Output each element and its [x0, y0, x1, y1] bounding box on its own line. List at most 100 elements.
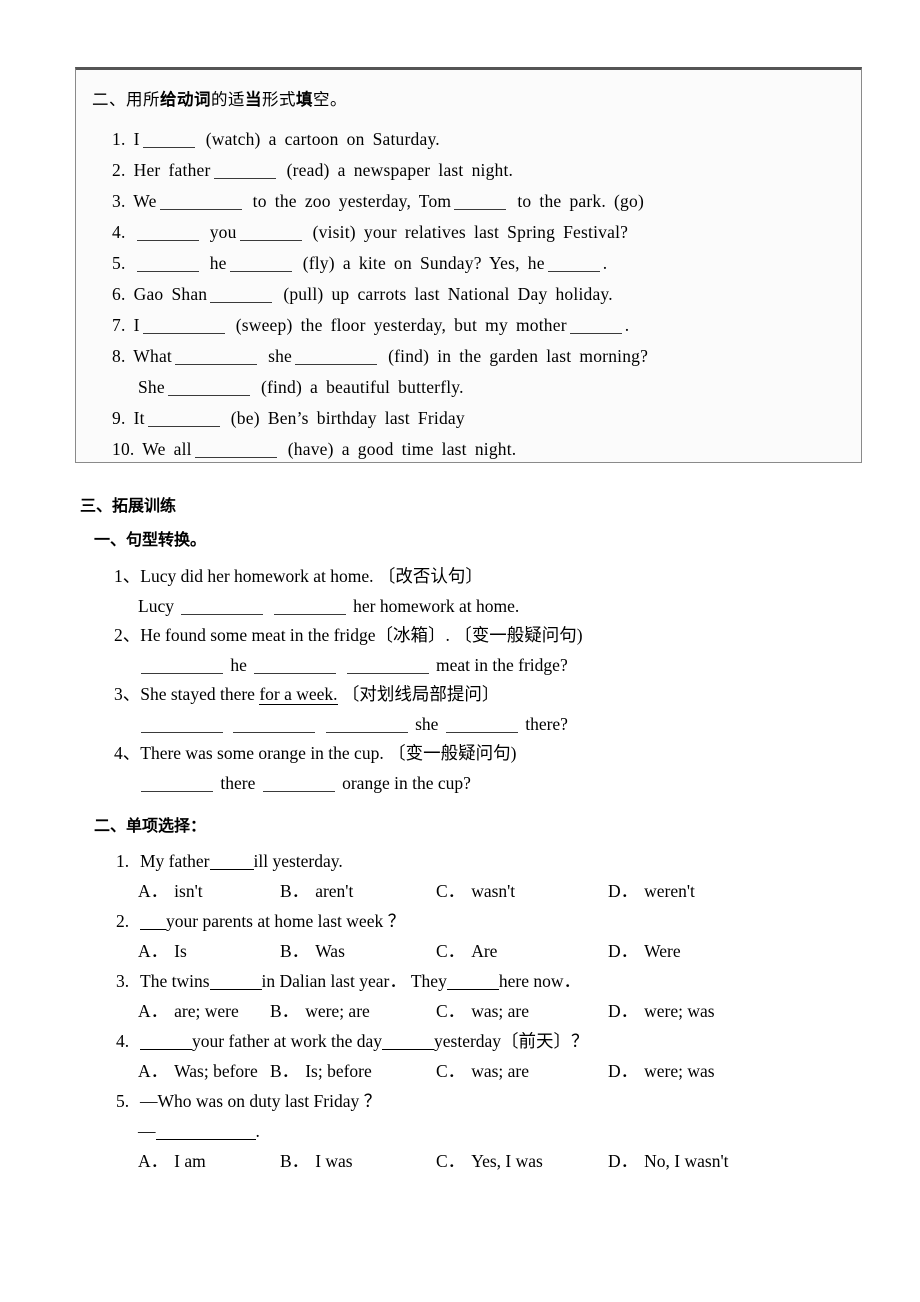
mc-options-row: A． isn't B． aren't C． wasn't D． weren't — [80, 876, 880, 906]
mc-option-b[interactable]: B． Was — [280, 936, 345, 966]
answer-blank[interactable] — [547, 255, 600, 273]
answer-blank[interactable] — [213, 162, 276, 180]
transform-answer-line: he meat in the fridge? — [80, 651, 880, 681]
mc-option-b[interactable]: B． aren't — [280, 876, 353, 906]
option-label: B． — [270, 1061, 300, 1081]
mc-option-c[interactable]: C． Are — [436, 936, 497, 966]
answer-blank[interactable] — [239, 224, 302, 242]
stem-pre: —Who was on duty last Friday ？ — [140, 1091, 382, 1111]
item-text-pre: I — [133, 315, 140, 335]
mc-option-b[interactable]: B． Is; before — [270, 1056, 372, 1086]
item-sentence: There was some orange in the cup. — [140, 743, 384, 763]
mc-option-a[interactable]: A． isn't — [138, 876, 203, 906]
answer-blank[interactable] — [175, 348, 257, 366]
stem-post: your parents at home last week ？ — [166, 911, 406, 931]
question-number: 5. — [116, 1091, 130, 1111]
mc-option-d[interactable]: D． weren't — [608, 876, 695, 906]
option-label: C． — [436, 1001, 466, 1021]
item-number: 1、 — [114, 566, 141, 586]
answer-blank[interactable] — [142, 317, 225, 335]
answer-blank[interactable] — [254, 656, 337, 674]
mc-option-d[interactable]: D． were; was — [608, 996, 715, 1026]
item-instruction: 〔变一般疑问句) — [388, 743, 517, 763]
stem-post: here now． — [498, 971, 581, 991]
mc-option-a[interactable]: A． are; were — [138, 996, 239, 1026]
item-text-post: (find) in the garden last morning? — [388, 346, 649, 366]
answer-blank[interactable] — [167, 379, 250, 397]
mc-option-a[interactable]: A． Was; before — [138, 1056, 258, 1086]
mc-option-c[interactable]: C． Yes, I was — [436, 1146, 543, 1176]
mc-option-c[interactable]: C． was; are — [436, 996, 529, 1026]
answer-blank[interactable] — [209, 853, 254, 871]
option-label: B． — [280, 881, 310, 901]
option-label: C． — [436, 881, 466, 901]
item-sentence: He found some meat in the fridge〔冰箱〕. — [140, 625, 450, 645]
answer-blank[interactable] — [136, 224, 199, 242]
option-label: B． — [270, 1001, 300, 1021]
item-text-post: (read) a newspaper last night. — [286, 160, 514, 180]
option-text: isn't — [174, 881, 203, 901]
option-text: was; are — [471, 1061, 530, 1081]
option-label: A． — [138, 1001, 169, 1021]
answer-text-post: there? — [525, 713, 568, 734]
answer-blank[interactable] — [136, 255, 199, 273]
mc-option-d[interactable]: D． were; was — [608, 1056, 715, 1086]
answer-blank[interactable] — [147, 410, 220, 428]
exercise-item-continuation: She (find) a beautiful butterfly. — [90, 372, 849, 403]
answer-blank[interactable] — [209, 973, 262, 991]
exercise-item: 1. I (watch) a cartoon on Saturday. — [90, 124, 849, 155]
answer-blank[interactable] — [382, 1033, 434, 1051]
answer-blank[interactable] — [155, 1123, 256, 1141]
mc-option-a[interactable]: A． Is — [138, 936, 187, 966]
answer-blank[interactable] — [229, 255, 292, 273]
answer-blank[interactable] — [141, 774, 213, 792]
mc-option-d[interactable]: D． No, I wasn't — [608, 1146, 728, 1176]
option-label: C． — [436, 1151, 466, 1171]
heading-part-2: 的适 — [211, 90, 245, 109]
answer-blank[interactable] — [445, 715, 518, 733]
transform-item: 1、Lucy did her homework at home. 〔改否认句〕 — [80, 562, 880, 592]
item-number: 3、 — [114, 684, 141, 704]
answer-blank[interactable] — [210, 286, 273, 304]
option-text: were; was — [644, 1061, 715, 1081]
item-sentence-pre: She stayed there — [140, 684, 260, 704]
answer-blank[interactable] — [181, 597, 264, 615]
answer-blank[interactable] — [569, 317, 622, 335]
answer-blank[interactable] — [140, 1033, 192, 1051]
answer-blank[interactable] — [446, 973, 499, 991]
option-text: were; was — [644, 1001, 715, 1021]
mc-option-d[interactable]: D． Were — [608, 936, 681, 966]
answer-blank[interactable] — [295, 348, 378, 366]
answer-blank[interactable] — [194, 441, 277, 459]
mc-options-row: A． Was; before B． Is; before C． was; are D．… — [80, 1056, 880, 1086]
item-text-mid: she — [268, 346, 293, 366]
answer-blank[interactable] — [141, 715, 223, 733]
answer-blank[interactable] — [140, 913, 166, 931]
answer-blank[interactable] — [233, 715, 316, 733]
heading-part-4: 形式 — [262, 90, 296, 109]
answer-blank[interactable] — [325, 715, 408, 733]
mc-option-a[interactable]: A． I am — [138, 1146, 206, 1176]
mc-option-b[interactable]: B． were; are — [270, 996, 370, 1026]
mc-option-b[interactable]: B． I was — [280, 1146, 353, 1176]
answer-blank[interactable] — [273, 597, 346, 615]
answer-blank[interactable] — [454, 193, 507, 211]
answer-blank[interactable] — [142, 131, 195, 149]
option-label: D． — [608, 941, 639, 961]
option-label: D． — [608, 1151, 639, 1171]
option-text: I was — [315, 1151, 353, 1171]
answer-blank[interactable] — [141, 656, 223, 674]
stem-mid: in Dalian last year． They — [261, 971, 447, 991]
transform-answer-line: she there? — [80, 710, 880, 740]
mc-option-c[interactable]: C． wasn't — [436, 876, 515, 906]
transform-item: 4、There was some orange in the cup. 〔变一般… — [80, 739, 880, 769]
option-text: Yes, I was — [471, 1151, 543, 1171]
option-text: Was — [315, 941, 345, 961]
transform-item: 3、She stayed there for a week. 〔对划线局部提问〕 — [80, 680, 880, 710]
mc-options-row: A． Is B． Was C． Are D． Were — [80, 936, 880, 966]
answer-blank[interactable] — [159, 193, 242, 211]
mc-option-c[interactable]: C． was; are — [436, 1056, 529, 1086]
answer-blank[interactable] — [346, 656, 429, 674]
item-text-post: (pull) up carrots last National Day holi… — [283, 284, 613, 304]
answer-blank[interactable] — [262, 774, 335, 792]
